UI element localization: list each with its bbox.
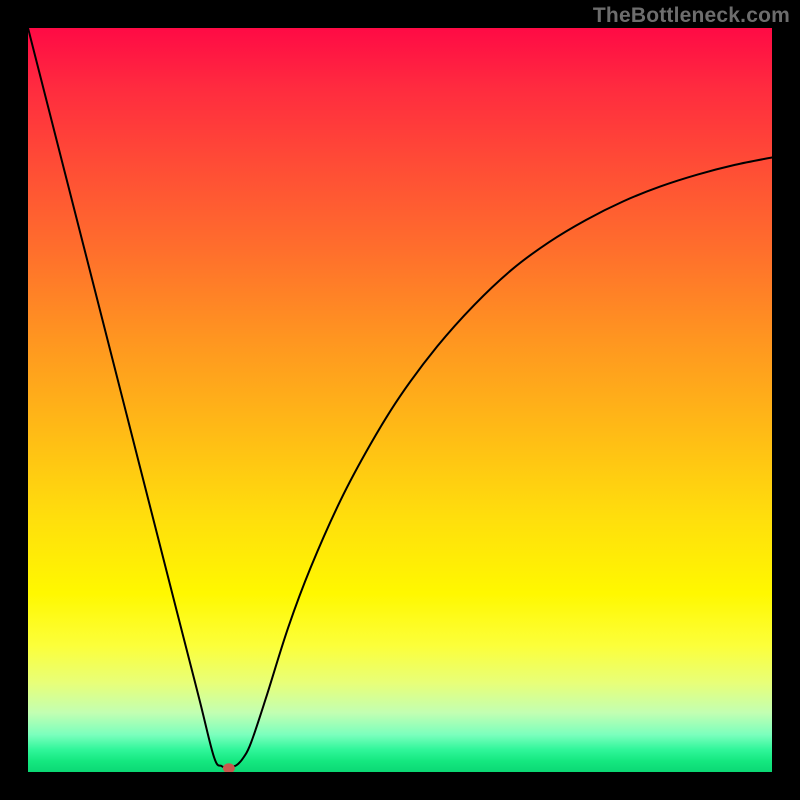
watermark-text: TheBottleneck.com bbox=[593, 4, 790, 28]
chart-svg bbox=[28, 28, 772, 772]
chart-outer-frame: TheBottleneck.com bbox=[0, 0, 800, 800]
bottleneck-curve bbox=[28, 28, 772, 767]
chart-plot-area bbox=[28, 28, 772, 772]
optimum-marker bbox=[223, 763, 235, 772]
